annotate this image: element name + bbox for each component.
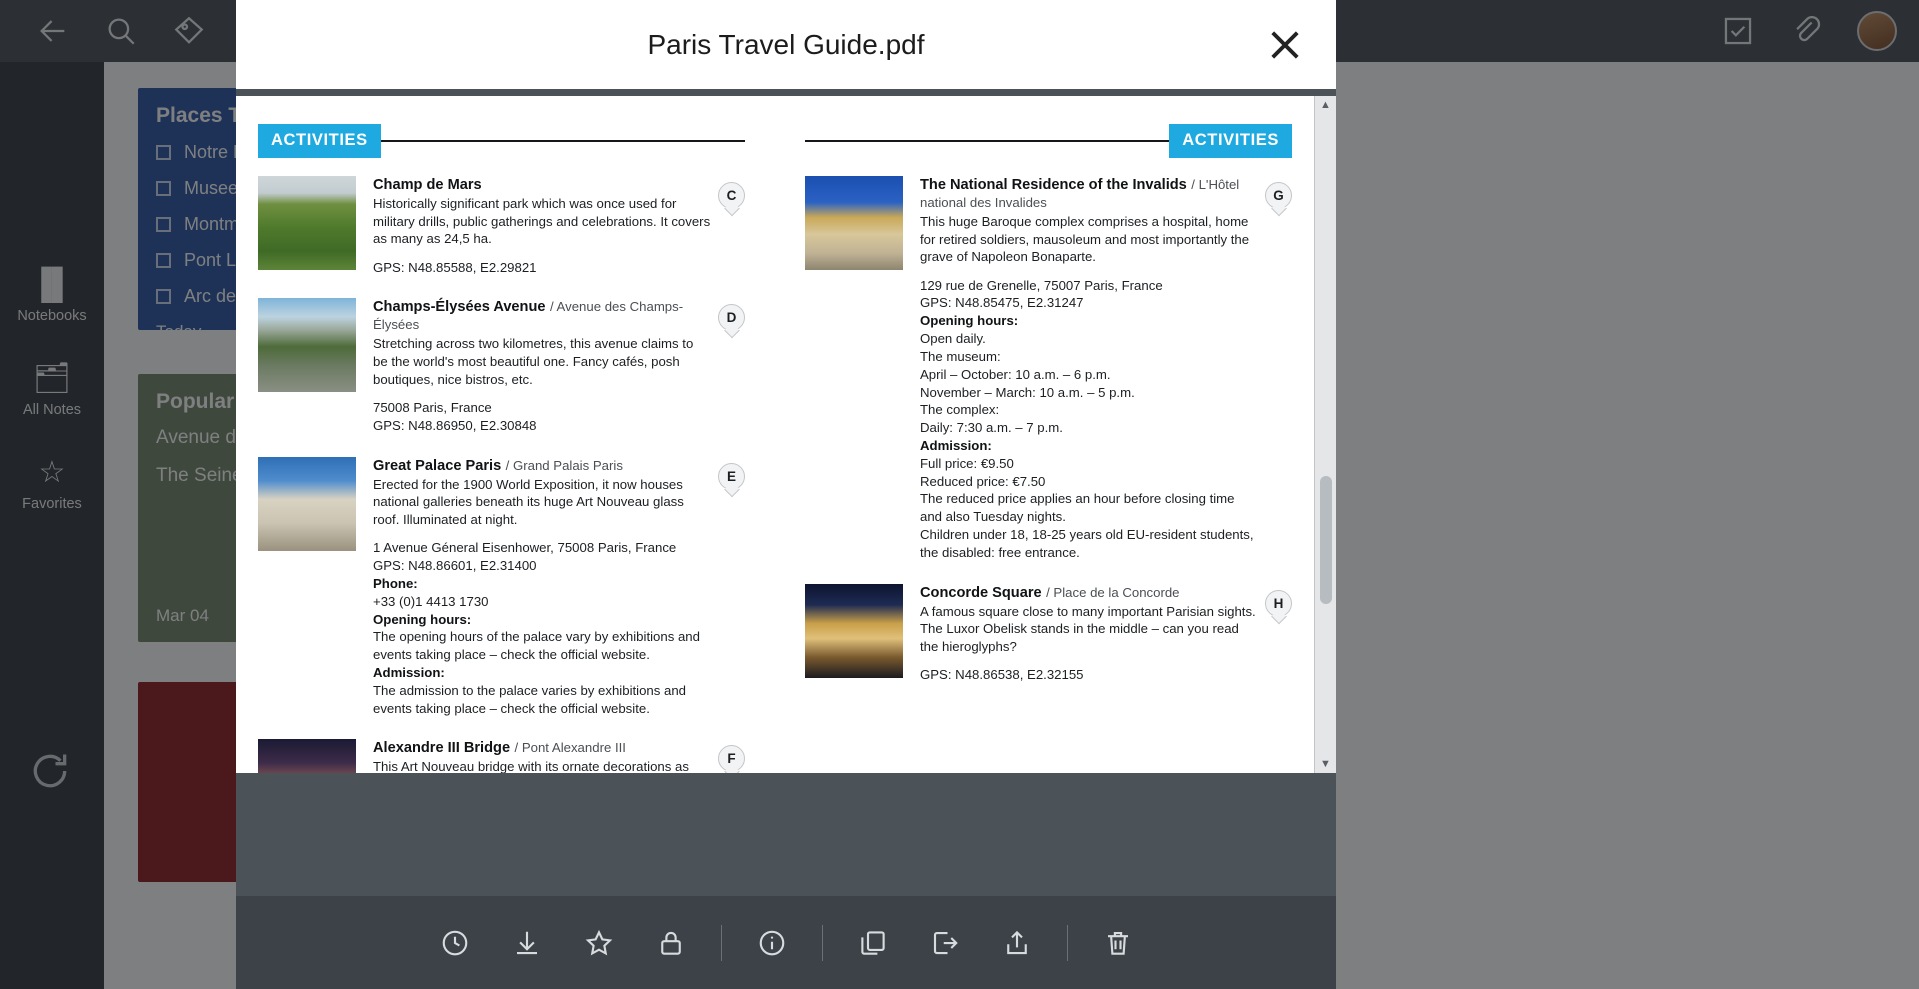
map-pin-icon: G [1265, 182, 1292, 216]
scrollbar-thumb[interactable] [1320, 476, 1332, 604]
download-button[interactable] [491, 916, 563, 970]
pdf-title: Paris Travel Guide.pdf [647, 28, 925, 60]
map-pin-icon: H [1265, 589, 1292, 624]
favorite-button[interactable] [563, 916, 635, 970]
map-pin-label: D [718, 304, 745, 332]
activity-title: Alexandre III Bridge [373, 740, 511, 757]
activity-detail-value: The opening hours of the palace vary by … [373, 629, 700, 663]
activity-detail-value: The admission to the palace varies by ex… [373, 682, 687, 716]
section-header-activities-left: ACTIVITIES [258, 124, 745, 158]
activity-gps: GPS: N48.86538, E2.32155 [920, 667, 1084, 683]
activity-detail-label: Admission: [920, 437, 992, 453]
activity-gps: GPS: N48.85588, E2.29821 [373, 259, 537, 275]
activity-detail-value: +33 (0)1 4413 1730 [373, 593, 489, 609]
section-header-activities-right: ACTIVITIES [805, 124, 1292, 158]
section-badge: ACTIVITIES [258, 124, 381, 158]
map-pin-label: C [718, 182, 745, 209]
activity-description: This Art Nouveau bridge with its ornate … [373, 759, 689, 773]
activity-description: Erected for the 1900 World Exposition, i… [373, 476, 684, 527]
activity-entry[interactable]: Alexandre III Bridge / Pont Alexandre II… [258, 739, 745, 773]
pdf-page: ACTIVITIES Champ de Mars Historically si… [236, 96, 1314, 773]
info-button[interactable] [736, 916, 808, 970]
activity-description: This huge Baroque complex comprises a ho… [920, 214, 1250, 265]
export-button[interactable] [909, 916, 981, 970]
activity-gps: GPS: N48.86950, E2.30848 [373, 417, 537, 433]
map-pin-label: F [718, 745, 745, 773]
activity-description: A famous square close to many important … [920, 603, 1256, 654]
activity-thumbnail [258, 176, 356, 270]
activity-subtitle: / Grand Palais Paris [505, 457, 623, 473]
map-pin-label: H [1265, 589, 1292, 617]
pdf-viewer-modal: Paris Travel Guide.pdf ACTIVITIES Champ … [236, 0, 1336, 989]
toolbar-divider [1066, 924, 1068, 961]
map-pin-icon: D [718, 304, 745, 338]
map-pin-icon: E [718, 462, 745, 497]
map-pin-label: E [718, 462, 745, 490]
activity-entry[interactable]: Champs-Élysées Avenue / Avenue des Champ… [258, 298, 745, 434]
pdf-viewport[interactable]: ACTIVITIES Champ de Mars Historically si… [236, 89, 1336, 896]
toolbar-divider [720, 924, 722, 961]
history-button[interactable] [419, 916, 491, 970]
scroll-down-icon[interactable]: ▼ [1315, 755, 1337, 773]
copy-button[interactable] [837, 916, 909, 970]
delete-button[interactable] [1082, 916, 1154, 970]
activity-detail-label: Admission: [373, 665, 445, 681]
toolbar-divider [821, 924, 823, 961]
activity-gps: GPS: N48.85475, E2.31247 [920, 295, 1084, 311]
activity-thumbnail [258, 456, 356, 551]
pdf-toolbar [236, 896, 1336, 989]
activity-thumbnail [258, 298, 356, 393]
activity-detail-label: Phone: [373, 575, 418, 591]
close-icon[interactable] [1264, 24, 1306, 66]
activity-subtitle: / Place de la Concorde [1046, 584, 1180, 600]
activity-title: The National Residence of the Invalids [920, 177, 1187, 193]
pdf-header: Paris Travel Guide.pdf [236, 0, 1336, 89]
map-pin-label: G [1265, 182, 1292, 209]
activity-detail-value: Full price: €9.50 Reduced price: €7.50 T… [920, 455, 1254, 560]
activity-address: 129 rue de Grenelle, 75007 Paris, France [920, 277, 1163, 293]
activity-description: Historically significant park which was … [373, 196, 711, 247]
lock-button[interactable] [635, 916, 707, 970]
document-right-column: ACTIVITIES The National Residence of the… [775, 124, 1292, 773]
document-left-column: ACTIVITIES Champ de Mars Historically si… [258, 124, 775, 773]
pdf-scrollbar[interactable]: ▲ ▼ [1314, 96, 1336, 773]
activity-entry[interactable]: Concorde Square / Place de la Concorde A… [805, 583, 1292, 684]
activity-detail-label: Opening hours: [920, 313, 1019, 329]
activity-entry[interactable]: Champ de Mars Historically significant p… [258, 176, 745, 276]
scroll-up-icon[interactable]: ▲ [1315, 96, 1337, 114]
activity-thumbnail [805, 176, 903, 270]
section-rule [805, 140, 1170, 142]
activity-title: Champs-Élysées Avenue [373, 299, 546, 316]
section-badge: ACTIVITIES [1169, 124, 1292, 158]
map-pin-icon: F [718, 745, 745, 773]
activity-title: Champ de Mars [373, 177, 482, 193]
activity-subtitle: / Pont Alexandre III [514, 740, 626, 756]
activity-address: 1 Avenue Géneral Eisenhower, 75008 Paris… [373, 540, 677, 556]
activity-detail-value: Open daily. The museum: April – October:… [920, 331, 1135, 436]
activity-title: Great Palace Paris [373, 457, 502, 474]
share-button[interactable] [981, 916, 1053, 970]
activity-description: Stretching across two kilometres, this a… [373, 336, 694, 387]
map-pin-icon: C [718, 182, 745, 216]
activity-thumbnail [258, 739, 356, 773]
activity-entry[interactable]: The National Residence of the Invalids /… [805, 176, 1292, 562]
activity-thumbnail [805, 583, 903, 678]
activity-gps: GPS: N48.86601, E2.31400 [373, 558, 537, 574]
section-rule [380, 140, 745, 142]
activity-title: Concorde Square [920, 584, 1042, 601]
activity-address: 75008 Paris, France [373, 400, 492, 416]
activity-entry[interactable]: Great Palace Paris / Grand Palais Paris … [258, 456, 745, 718]
activity-detail-label: Opening hours: [373, 611, 472, 627]
